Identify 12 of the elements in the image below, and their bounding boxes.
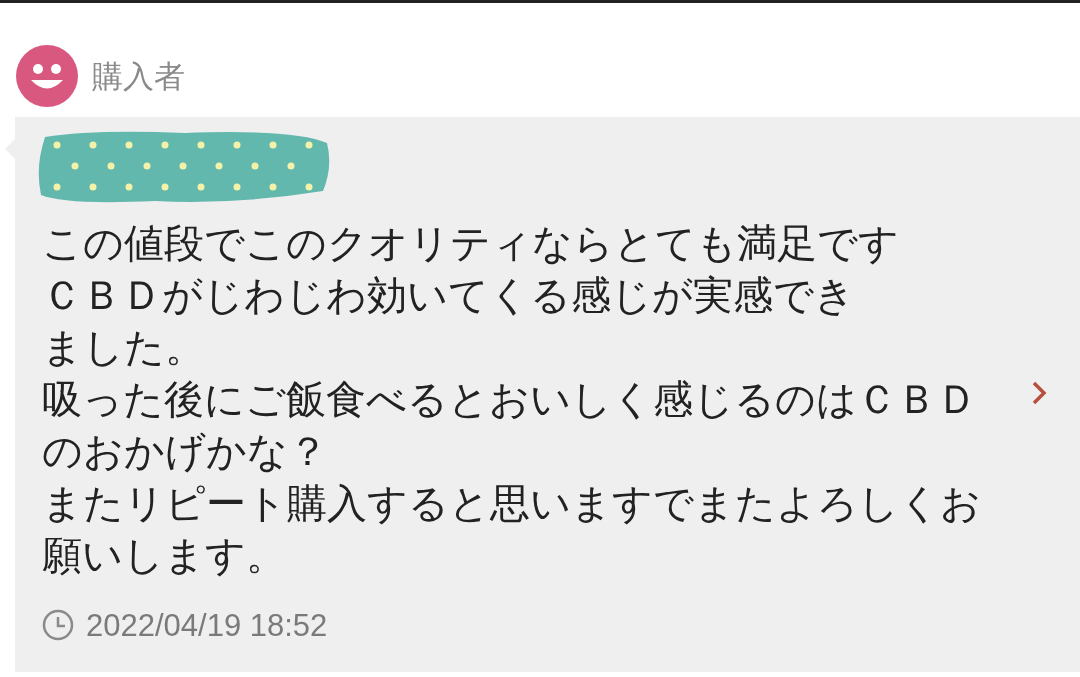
review-text-line: またリピート購入すると思いますでまたよろしくお: [42, 480, 982, 527]
smiley-icon: [16, 45, 78, 107]
review-text-line: 吸った後にご飯食べるとおいしく感じるのはＣＢＤ: [42, 376, 978, 423]
clock-icon: [42, 609, 74, 641]
chevron-right-icon[interactable]: [1031, 380, 1047, 406]
review-text-line: 願いします。: [42, 532, 287, 579]
reviewer-role: 購入者: [92, 60, 185, 92]
review-text-line: のおかげかな？: [42, 428, 329, 475]
review-text-line: ＣＢＤがじわじわ効いてくる感じが実感でき: [42, 272, 856, 319]
review-date: 2022/04/19 18:52: [86, 609, 328, 641]
review-text-line: ました。: [42, 324, 206, 371]
review-text-line: この値段でこのクオリティならとても満足です: [42, 220, 900, 267]
